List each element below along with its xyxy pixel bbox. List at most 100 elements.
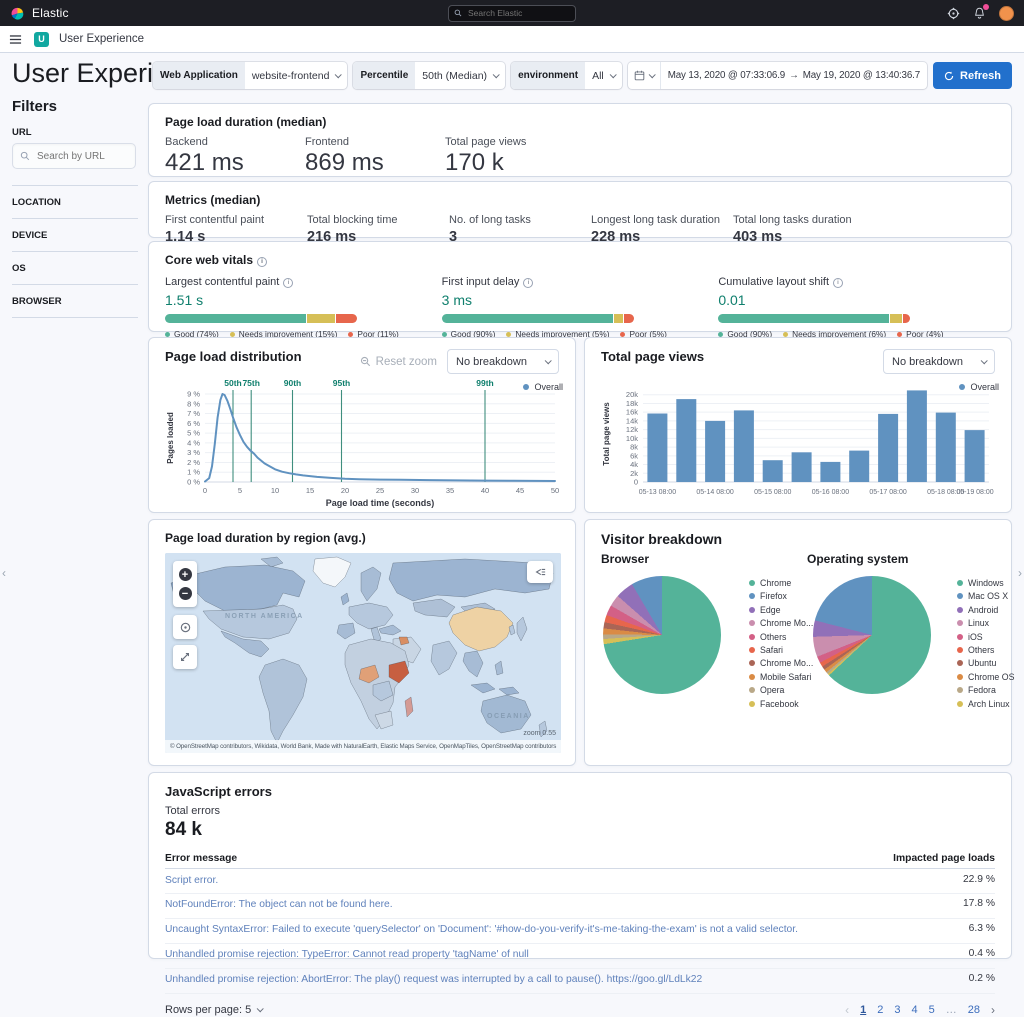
svg-text:7 %: 7 % (187, 409, 200, 418)
javascript-errors-panel: JavaScript errors Total errors 84 k Erro… (148, 772, 1012, 1017)
page-load-distribution-chart[interactable]: 0 % 1 % 2 % 3 % 4 % 5 % 6 % 7 % 8 % 9 % 0 5 10 15 20 25… (165, 376, 559, 517)
sidebar-section-browser[interactable]: BROWSER (12, 285, 138, 318)
date-range-start[interactable]: May 13, 2020 @ 07:33:06.9 (668, 70, 785, 81)
error-message-link[interactable]: Unhandled promise rejection: AbortError:… (165, 973, 702, 988)
sidebar-section-device[interactable]: DEVICE (12, 219, 138, 252)
percentile-select[interactable]: Percentile 50th (Median) (353, 62, 506, 89)
os-pie-chart[interactable] (813, 576, 931, 694)
panel-title: Metrics (median) (165, 193, 261, 207)
legend-item[interactable]: Opera (749, 685, 813, 695)
browser-pie-chart[interactable] (603, 576, 721, 694)
elastic-logo-icon[interactable] (10, 6, 25, 21)
legend-item[interactable]: Mobile Safari (749, 672, 813, 682)
environment-select[interactable]: environment All (511, 62, 622, 89)
legend-item[interactable]: Android (957, 605, 1014, 615)
chevron-down-icon (335, 71, 343, 79)
date-range-end[interactable]: May 19, 2020 @ 13:40:36.7 (803, 70, 920, 81)
pagination-prev-icon[interactable]: ‹ (845, 1003, 849, 1017)
pagination-page-2[interactable]: 2 (877, 1004, 883, 1016)
legend-item[interactable]: Mac OS X (957, 591, 1014, 601)
legend-item[interactable]: Ubuntu (957, 658, 1014, 668)
chart-legend[interactable]: Overall (959, 382, 999, 392)
zoom-out-icon[interactable]: − (178, 587, 192, 600)
refresh-button[interactable]: Refresh (933, 62, 1012, 89)
legend-dot (897, 331, 903, 337)
map-expand-button[interactable] (173, 645, 197, 669)
world-map[interactable]: NORTH AMERICA OCEANIA + − zoom 0.55 © Op… (165, 553, 561, 753)
map-attribution[interactable]: © OpenStreetMap contributors, Wikidata, … (165, 740, 561, 753)
total-page-views-chart[interactable]: 0 2k 4k 6k 8k 10k 12k 14k 16k 18k 20k 05-13 08:00 05… (601, 376, 995, 515)
legend-item[interactable]: Others (749, 632, 813, 642)
menu-hamburger-icon[interactable] (9, 33, 22, 46)
breakdown-select[interactable]: No breakdown (447, 349, 559, 374)
info-icon[interactable]: i (523, 277, 534, 288)
info-icon[interactable]: i (257, 256, 268, 267)
notification-dot (983, 3, 989, 10)
legend-item[interactable]: Chrome (749, 578, 813, 588)
breakdown-select[interactable]: No breakdown (883, 349, 995, 374)
legend-item[interactable]: Safari (749, 645, 813, 655)
url-search-box[interactable] (12, 143, 136, 169)
sidebar-section-location[interactable]: LOCATION (12, 186, 138, 219)
legend-dot (959, 384, 966, 390)
legend-item[interactable]: Firefox (749, 591, 813, 601)
date-range-picker[interactable]: May 13, 2020 @ 07:33:06.9 → May 19, 2020… (627, 62, 928, 89)
legend-item[interactable]: Chrome OS (957, 672, 1014, 682)
page-load-by-region-panel: Page load duration by region (avg.) NORT… (148, 519, 576, 766)
vital-bar-segment (613, 314, 624, 323)
breadcrumb[interactable]: User Experience (59, 33, 144, 45)
legend-dot (749, 620, 755, 627)
legend-item[interactable]: Chrome Mo... (749, 658, 813, 668)
zoom-in-icon[interactable]: + (178, 568, 192, 581)
pagination-page-4[interactable]: 4 (912, 1004, 918, 1016)
info-icon[interactable]: i (833, 277, 844, 288)
legend-item[interactable]: Arch Linux (957, 699, 1014, 709)
error-message-link[interactable]: NotFoundError: The object can not be fou… (165, 898, 393, 913)
legend-dot (749, 593, 755, 600)
url-search-input[interactable] (35, 149, 128, 163)
vital-label: First input delay i (442, 276, 719, 288)
calendar-icon[interactable] (628, 62, 661, 89)
alerts-bell-icon[interactable] (973, 3, 989, 20)
info-icon[interactable]: i (283, 277, 294, 288)
legend-item[interactable]: Others (957, 645, 1014, 655)
collapse-left-icon[interactable]: ‹ (2, 566, 6, 580)
column-header-impacted-page-loads[interactable]: Impacted page loads (893, 853, 995, 864)
sidebar-section-os[interactable]: OS (12, 252, 138, 285)
error-message-link[interactable]: Uncaught SyntaxError: Failed to execute … (165, 923, 798, 938)
chevron-down-icon (648, 71, 656, 79)
pagination-page-28[interactable]: 28 (968, 1004, 980, 1016)
legend-item[interactable]: Chrome Mo... (749, 618, 813, 628)
map-locate-button[interactable] (173, 615, 197, 639)
rows-per-page-select[interactable]: Rows per page: 5 (165, 1004, 264, 1016)
top-navigation-bar: Elastic (0, 0, 1024, 26)
svg-text:20k: 20k (626, 390, 638, 399)
legend-item[interactable]: iOS (957, 632, 1014, 642)
chart-legend[interactable]: Overall (523, 382, 563, 392)
legend-item[interactable]: Windows (957, 578, 1014, 588)
error-message-link[interactable]: Unhandled promise rejection: TypeError: … (165, 948, 529, 963)
pagination-page-1[interactable]: 1 (860, 1004, 866, 1016)
pagination-next-icon[interactable]: › (991, 1003, 995, 1017)
service-select[interactable]: Web Application website-frontend (153, 62, 348, 89)
legend-item[interactable]: Facebook (749, 699, 813, 709)
gear-icon[interactable] (947, 7, 960, 20)
total-errors-value: 84 k (165, 819, 202, 840)
chevron-down-icon (492, 71, 500, 79)
reset-zoom-button[interactable]: Reset zoom (360, 356, 437, 368)
error-message-link[interactable]: Script error. (165, 874, 218, 889)
global-search-box[interactable] (448, 4, 576, 22)
global-search-input[interactable] (466, 7, 570, 19)
pagination-page-5[interactable]: 5 (929, 1004, 935, 1016)
ux-app-icon[interactable]: U (34, 31, 49, 47)
map-legend-toggle-button[interactable] (527, 561, 553, 583)
legend-item[interactable]: Fedora (957, 685, 1014, 695)
chevron-down-icon (609, 71, 617, 79)
pagination-page-3[interactable]: 3 (894, 1004, 900, 1016)
collapse-right-icon[interactable]: › (1018, 566, 1022, 580)
legend-item[interactable]: Edge (749, 605, 813, 615)
user-avatar[interactable] (999, 5, 1014, 21)
column-header-error-message[interactable]: Error message (165, 853, 237, 864)
legend-item[interactable]: Linux (957, 618, 1014, 628)
svg-text:6 %: 6 % (187, 419, 200, 428)
